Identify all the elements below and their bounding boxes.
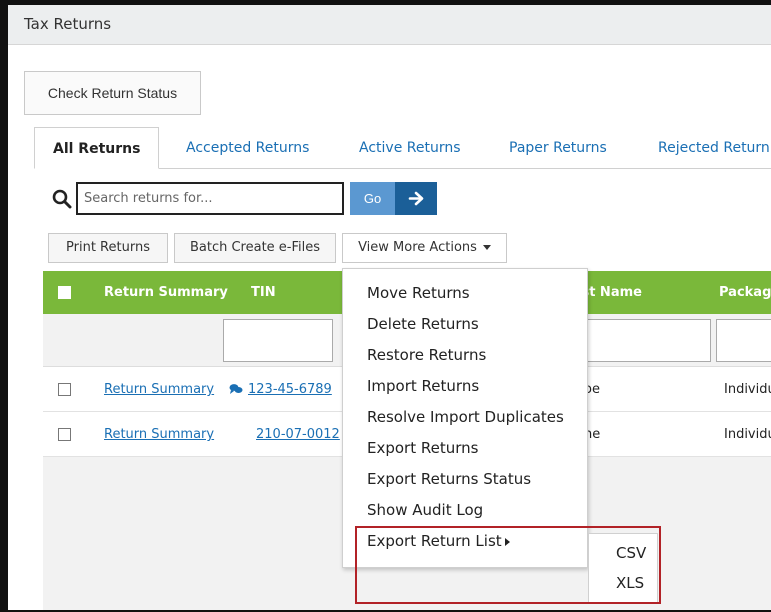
tin-link[interactable]: 123-45-6789	[248, 367, 332, 412]
arrow-right-icon	[408, 191, 424, 206]
batch-create-efiles-button[interactable]: Batch Create e-Files	[174, 233, 336, 263]
tab-active-returns[interactable]: Active Returns	[359, 127, 461, 169]
menu-item-show-audit-log[interactable]: Show Audit Log	[367, 501, 483, 519]
menu-item-export-returns-status[interactable]: Export Returns Status	[367, 470, 531, 488]
tin-filter-input[interactable]	[223, 319, 333, 362]
comment-icon[interactable]	[229, 383, 243, 395]
app-frame: Tax Returns Check Return Status All Retu…	[0, 0, 771, 612]
tab-all-returns[interactable]: All Returns	[34, 127, 160, 169]
menu-item-export-returns[interactable]: Export Returns	[367, 439, 478, 457]
search-arrow-button[interactable]	[395, 182, 437, 215]
row-checkbox[interactable]	[58, 428, 71, 441]
caret-down-icon	[482, 245, 491, 250]
export-return-list-submenu: CSV XLS	[588, 533, 658, 603]
menu-item-move-returns[interactable]: Move Returns	[367, 284, 470, 302]
window-title: Tax Returns	[24, 15, 112, 33]
tab-accepted-returns[interactable]: Accepted Returns	[186, 127, 309, 169]
package-filter-input[interactable]	[716, 319, 771, 362]
export-return-list-label: Export Return List	[367, 532, 502, 550]
menu-item-import-returns[interactable]: Import Returns	[367, 377, 479, 395]
tab-bar: All Returns Accepted Returns Active Retu…	[34, 127, 771, 169]
print-returns-button[interactable]: Print Returns	[48, 233, 168, 263]
package-cell: Individua	[724, 382, 771, 397]
check-return-status-button[interactable]: Check Return Status	[24, 71, 201, 115]
tin-link[interactable]: 210-07-0012	[256, 412, 340, 457]
column-package[interactable]: Package	[719, 271, 771, 314]
view-more-actions-label: View More Actions	[358, 240, 477, 255]
package-cell: Individua	[724, 427, 771, 442]
title-bar: Tax Returns	[8, 5, 771, 45]
select-all-checkbox[interactable]	[58, 286, 71, 299]
chevron-right-icon	[504, 537, 510, 546]
submenu-item-xls[interactable]: XLS	[616, 574, 644, 592]
column-return-summary[interactable]: Return Summary	[104, 271, 228, 314]
column-tin[interactable]: TIN	[251, 271, 276, 314]
menu-item-resolve-import-duplicates[interactable]: Resolve Import Duplicates	[367, 408, 564, 426]
last-name-filter-input[interactable]	[583, 319, 711, 362]
menu-item-delete-returns[interactable]: Delete Returns	[367, 315, 479, 333]
menu-item-export-return-list[interactable]: Export Return List	[367, 532, 510, 550]
menu-item-restore-returns[interactable]: Restore Returns	[367, 346, 486, 364]
search-icon	[52, 189, 72, 209]
tab-rejected-returns[interactable]: Rejected Return	[658, 127, 770, 169]
submenu-item-csv[interactable]: CSV	[616, 544, 646, 562]
view-more-actions-button[interactable]: View More Actions	[342, 233, 507, 263]
search-input[interactable]	[76, 182, 344, 215]
go-button[interactable]: Go	[350, 182, 395, 215]
return-summary-link[interactable]: Return Summary	[104, 412, 214, 457]
return-summary-link[interactable]: Return Summary	[104, 367, 214, 412]
row-checkbox[interactable]	[58, 383, 71, 396]
tab-paper-returns[interactable]: Paper Returns	[509, 127, 607, 169]
more-actions-menu: Move Returns Delete Returns Restore Retu…	[342, 268, 588, 568]
